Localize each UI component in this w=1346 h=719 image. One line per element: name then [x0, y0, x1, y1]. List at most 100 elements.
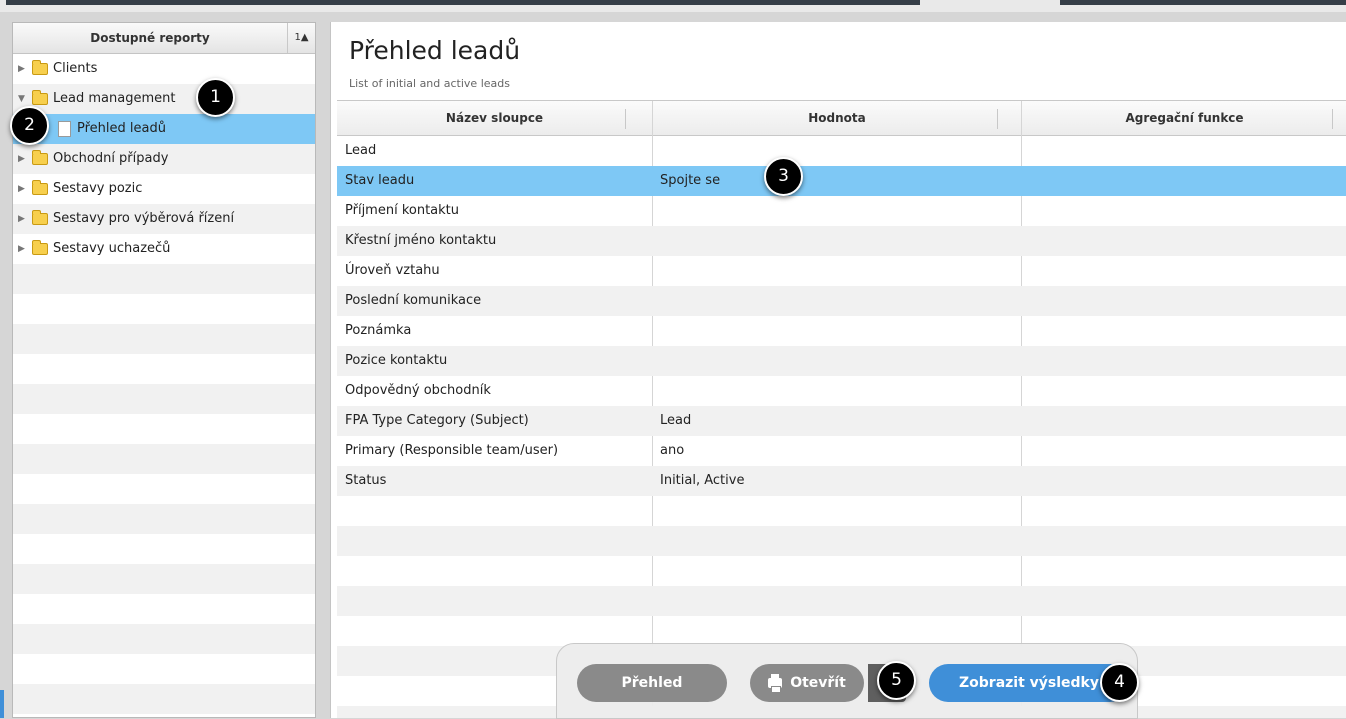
tree-list: ▶ Clients ▼ Lead management Přehled lead…: [13, 54, 315, 717]
cell-value: Lead: [660, 413, 692, 428]
edge-accent: [0, 690, 4, 718]
top-bar-segment: [1060, 0, 1346, 5]
empty-row: [13, 264, 315, 294]
column-divider[interactable]: [997, 109, 998, 129]
tree-item-obchodni-pripady[interactable]: ▶ Obchodní případy: [13, 144, 315, 174]
folder-open-icon: [32, 90, 48, 105]
folder-icon: [32, 240, 48, 255]
empty-row: [337, 496, 1346, 526]
cell-name: Status: [345, 473, 387, 488]
folder-icon: [32, 210, 48, 225]
top-bar-segment: [6, 0, 920, 5]
column-header-value[interactable]: Hodnota: [652, 101, 1022, 136]
table-row[interactable]: FPA Type Category (Subject) Lead: [337, 406, 1346, 436]
table-row[interactable]: Odpovědný obchodník: [337, 376, 1346, 406]
reports-sidebar: Dostupné reporty 1▲ ▶ Clients ▼ Lead man…: [12, 22, 316, 718]
page-title: Přehled leadů: [349, 36, 521, 65]
cell-value: ano: [660, 443, 685, 458]
column-header-aggregation[interactable]: Agregační funkce: [1022, 101, 1346, 136]
empty-row: [13, 414, 315, 444]
callout-1: 1: [196, 78, 235, 117]
column-header-name[interactable]: Název sloupce: [337, 101, 652, 136]
tree-item-label: Přehled leadů: [77, 121, 166, 136]
empty-row: [13, 564, 315, 594]
expand-arrow-icon[interactable]: ▶: [18, 54, 25, 84]
callout-3: 3: [764, 157, 803, 196]
empty-row: [13, 354, 315, 384]
cell-name: Lead: [345, 143, 377, 158]
table-row[interactable]: Poznámka: [337, 316, 1346, 346]
tree-item-prehled-leadu[interactable]: Přehled leadů: [13, 114, 315, 144]
folder-icon: [32, 60, 48, 75]
empty-row: [13, 324, 315, 354]
cell-name: Primary (Responsible team/user): [345, 443, 559, 458]
folder-icon: [32, 150, 48, 165]
tree-item-label: Obchodní případy: [53, 151, 169, 166]
expand-arrow-icon[interactable]: ▶: [18, 144, 25, 174]
table-row[interactable]: Status Initial, Active: [337, 466, 1346, 496]
sort-toggle[interactable]: 1▲: [287, 23, 315, 53]
page-subtitle: List of initial and active leads: [349, 77, 510, 90]
cell-name: Stav leadu: [345, 173, 415, 188]
cell-name: Pozice kontaktu: [345, 353, 448, 368]
expand-arrow-icon[interactable]: ▶: [18, 174, 25, 204]
otevrit-button[interactable]: Otevřít: [750, 664, 864, 702]
cell-name: Křestní jméno kontaktu: [345, 233, 497, 248]
tree-item-label: Sestavy uchazečů: [53, 241, 171, 256]
prehled-button[interactable]: Přehled: [577, 664, 727, 702]
empty-row: [13, 624, 315, 654]
cell-value: Initial, Active: [660, 473, 745, 488]
table-row[interactable]: Úroveň vztahu: [337, 256, 1346, 286]
cell-name: FPA Type Category (Subject): [345, 413, 529, 428]
tree-item-sestavy-vyberova-rizeni[interactable]: ▶ Sestavy pro výběrová řízení: [13, 204, 315, 234]
table-row[interactable]: Lead: [337, 136, 1346, 166]
zobrazit-vysledky-button[interactable]: Zobrazit výsledky: [929, 664, 1129, 702]
otevrit-label: Otevřít: [790, 675, 846, 691]
table-row[interactable]: Křestní jméno kontaktu: [337, 226, 1346, 256]
tree-item-sestavy-uchazecu[interactable]: ▶ Sestavy uchazečů: [13, 234, 315, 264]
empty-row: [13, 444, 315, 474]
empty-row: [337, 616, 1346, 646]
columns-grid: Název sloupce Hodnota Agregační funkce L…: [337, 100, 1346, 718]
empty-row: [337, 586, 1346, 616]
table-row[interactable]: Poslední komunikace: [337, 286, 1346, 316]
printer-icon: [768, 674, 783, 693]
cell-value: Spojte se: [660, 173, 721, 188]
cell-name: Odpovědný obchodník: [345, 383, 491, 398]
tree-item-clients[interactable]: ▶ Clients: [13, 54, 315, 84]
expand-arrow-icon[interactable]: ▶: [18, 234, 25, 264]
empty-row: [13, 714, 315, 717]
callout-5: 5: [877, 661, 916, 700]
cell-name: Poznámka: [345, 323, 412, 338]
sidebar-header: Dostupné reporty 1▲: [13, 23, 315, 54]
column-divider[interactable]: [625, 109, 626, 129]
empty-row: [337, 526, 1346, 556]
tree-item-sestavy-pozic[interactable]: ▶ Sestavy pozic: [13, 174, 315, 204]
tree-item-lead-management[interactable]: ▼ Lead management: [13, 84, 315, 114]
callout-4: 4: [1100, 663, 1139, 702]
table-row[interactable]: Primary (Responsible team/user) ano: [337, 436, 1346, 466]
table-row[interactable]: Stav leadu Spojte se: [337, 166, 1346, 196]
grid-rows: Lead Stav leadu Spojte se Příjmení kontak…: [337, 136, 1346, 718]
top-bar: [0, 0, 1346, 12]
empty-row: [13, 384, 315, 414]
tree-item-label: Sestavy pozic: [53, 181, 143, 196]
folder-icon: [32, 180, 48, 195]
expand-arrow-icon[interactable]: ▶: [18, 204, 25, 234]
empty-row: [337, 556, 1346, 586]
cell-name: Poslední komunikace: [345, 293, 482, 308]
empty-row: [13, 594, 315, 624]
table-row[interactable]: Příjmení kontaktu: [337, 196, 1346, 226]
table-row[interactable]: Pozice kontaktu: [337, 346, 1346, 376]
grid-header: Název sloupce Hodnota Agregační funkce: [337, 101, 1346, 136]
column-divider[interactable]: [1332, 109, 1333, 129]
action-toolbar: Přehled Otevřít Zobrazit výsledky: [556, 643, 1138, 719]
cell-name: Příjmení kontaktu: [345, 203, 460, 218]
tree-item-label: Sestavy pro výběrová řízení: [53, 211, 235, 226]
empty-row: [13, 684, 315, 714]
empty-row: [13, 654, 315, 684]
tree-item-label: Clients: [53, 61, 98, 76]
empty-row: [13, 474, 315, 504]
report-detail-panel: Přehled leadů List of initial and active…: [330, 22, 1346, 718]
empty-row: [13, 504, 315, 534]
